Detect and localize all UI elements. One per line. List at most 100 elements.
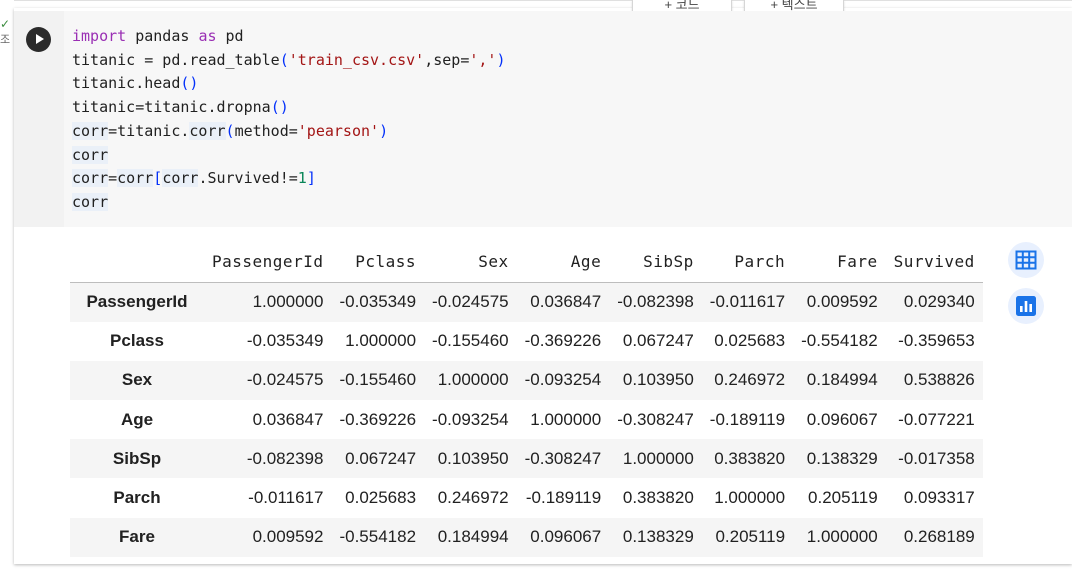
table-cell: -0.369226 bbox=[339, 409, 417, 429]
table-cell: -0.093254 bbox=[432, 409, 509, 429]
column-header: Fare bbox=[793, 240, 886, 283]
table-cell: 0.096067 bbox=[530, 527, 602, 547]
table-icon bbox=[1015, 250, 1037, 270]
play-icon bbox=[36, 34, 44, 44]
code-line-3: titanic.head() bbox=[72, 74, 199, 93]
table-cell: 0.025683 bbox=[345, 488, 417, 508]
code-line-7: corr=corr[corr.Survived!=1] bbox=[72, 169, 316, 188]
suggest-charts-button[interactable] bbox=[1008, 288, 1044, 324]
table-row: Pclass -0.035349 1.000000 -0.155460 -0.36922… bbox=[70, 321, 983, 361]
table-cell: 0.009592 bbox=[806, 292, 878, 312]
table-cell: -0.308247 bbox=[524, 448, 602, 468]
table-cell: 0.184994 bbox=[437, 527, 509, 547]
table-cell: 1.000000 bbox=[806, 527, 878, 547]
table-cell: -0.093254 bbox=[524, 370, 602, 390]
table-cell: -0.017358 bbox=[898, 448, 975, 468]
column-header: PassengerId bbox=[204, 240, 332, 283]
code-cell[interactable]: + 코드 + 텍스트 import pandas as pd titanic =… bbox=[14, 0, 1072, 564]
table-cell: 0.067247 bbox=[345, 448, 417, 468]
column-header: Survived bbox=[885, 240, 983, 283]
table-cell: 1.000000 bbox=[530, 409, 602, 429]
executed-check-icon: ✓ bbox=[0, 17, 11, 31]
table-cell: -0.155460 bbox=[432, 331, 509, 351]
table-row: Parch -0.011617 0.025683 0.246972 -0.189119 0… bbox=[70, 478, 983, 518]
table-cell: 0.103950 bbox=[622, 370, 694, 390]
table-cell: -0.011617 bbox=[248, 488, 324, 508]
code-text[interactable]: import pandas as pd titanic = pd.read_ta… bbox=[72, 25, 506, 215]
code-line-8: corr bbox=[72, 192, 109, 211]
row-index-label: Parch bbox=[113, 488, 161, 508]
code-line-2: titanic = pd.read_table('train_csv.csv',… bbox=[72, 50, 506, 69]
table-cell: 1.000000 bbox=[437, 370, 509, 390]
table-cell: 1.000000 bbox=[252, 292, 324, 312]
table-row: PassengerId 1.000000 -0.035349 -0.024575 0.0… bbox=[70, 282, 983, 322]
table-cell: 0.268189 bbox=[903, 527, 975, 547]
execution-status-label: 조 bbox=[0, 34, 11, 46]
row-index-label: Age bbox=[120, 409, 154, 429]
table-cell: 0.029340 bbox=[903, 292, 975, 312]
code-editor[interactable]: import pandas as pd titanic = pd.read_ta… bbox=[64, 11, 1072, 227]
table-cell: 0.096067 bbox=[806, 409, 878, 429]
table-cell: 0.246972 bbox=[714, 370, 786, 390]
table-cell: -0.155460 bbox=[339, 370, 417, 390]
table-cell: 0.025683 bbox=[714, 331, 786, 351]
table-cell: 0.383820 bbox=[714, 448, 786, 468]
table-cell: 1.000000 bbox=[345, 331, 417, 351]
table-cell: -0.011617 bbox=[709, 292, 786, 312]
code-line-4: titanic=titanic.dropna() bbox=[72, 98, 289, 117]
row-index-label: Pclass bbox=[110, 331, 164, 351]
table-cell: -0.024575 bbox=[432, 292, 509, 312]
code-line-5: corr=titanic.corr(method='pearson') bbox=[72, 121, 389, 140]
table-cell: 0.138329 bbox=[806, 448, 878, 468]
cell-gutter bbox=[14, 11, 64, 227]
table-row: SibSp -0.082398 0.067247 0.103950 -0.308247 1… bbox=[70, 439, 983, 479]
table-cell: -0.035349 bbox=[339, 292, 417, 312]
table-cell: -0.189119 bbox=[525, 488, 602, 508]
table-cell: 0.205119 bbox=[808, 488, 878, 508]
column-header: Parch bbox=[701, 240, 794, 283]
row-index-label: SibSp bbox=[112, 448, 162, 468]
table-cell: 0.246972 bbox=[437, 488, 509, 508]
table-cell: 0.036847 bbox=[252, 409, 324, 429]
table-cell: -0.035349 bbox=[246, 331, 324, 351]
table-cell: 0.009592 bbox=[252, 527, 324, 547]
column-header: SibSp bbox=[609, 240, 702, 283]
table-cell: -0.189119 bbox=[709, 409, 786, 429]
bar-chart-icon bbox=[1016, 296, 1036, 316]
table-cell: 0.538826 bbox=[903, 370, 975, 390]
index-header bbox=[70, 240, 204, 283]
table-cell: -0.554182 bbox=[339, 527, 417, 547]
table-cell: -0.369226 bbox=[524, 331, 602, 351]
table-row: Age 0.036847 -0.369226 -0.093254 1.000000 -0.… bbox=[70, 400, 983, 440]
table-cell: 0.103950 bbox=[437, 448, 509, 468]
row-index-label: Fare bbox=[119, 527, 155, 547]
table-cell: -0.308247 bbox=[617, 409, 694, 429]
code-line-1: import pandas as pd bbox=[72, 27, 244, 45]
table-cell: -0.359653 bbox=[898, 331, 975, 351]
table-cell: 1.000000 bbox=[714, 488, 786, 508]
table-cell: -0.082398 bbox=[617, 292, 694, 312]
table-cell: 0.067247 bbox=[622, 331, 694, 351]
table-cell: 0.036847 bbox=[530, 292, 602, 312]
table-cell: 0.205119 bbox=[715, 527, 786, 547]
table-row: Fare 0.009592 -0.554182 0.184994 0.096067 0.1… bbox=[70, 517, 983, 557]
table-cell: -0.082398 bbox=[246, 448, 324, 468]
table-cell: 0.138329 bbox=[622, 527, 694, 547]
column-header: Pclass bbox=[331, 240, 425, 283]
table-cell: -0.024575 bbox=[246, 370, 324, 390]
table-cell: -0.554182 bbox=[801, 331, 878, 351]
table-cell: 0.383820 bbox=[622, 488, 694, 508]
left-strip: ✓ 조 bbox=[0, 0, 14, 577]
table-cell: 1.000000 bbox=[622, 448, 694, 468]
top-divider bbox=[0, 0, 1072, 1]
row-index-label: Sex bbox=[121, 370, 153, 390]
cell-output: PassengerId Pclass Sex Age SibSp Parch F… bbox=[70, 240, 983, 557]
run-cell-button[interactable] bbox=[26, 27, 51, 52]
table-header-row: PassengerId Pclass Sex Age SibSp Parch F… bbox=[70, 240, 983, 283]
table-cell: -0.077221 bbox=[898, 409, 975, 429]
row-index-label: PassengerId bbox=[86, 292, 188, 312]
code-line-6: corr bbox=[72, 145, 109, 164]
table-cell: 0.184994 bbox=[806, 370, 878, 390]
convert-to-interactive-table-button[interactable] bbox=[1008, 242, 1044, 278]
table-row: Sex -0.024575 -0.155460 1.000000 -0.093254 0.… bbox=[70, 360, 983, 401]
